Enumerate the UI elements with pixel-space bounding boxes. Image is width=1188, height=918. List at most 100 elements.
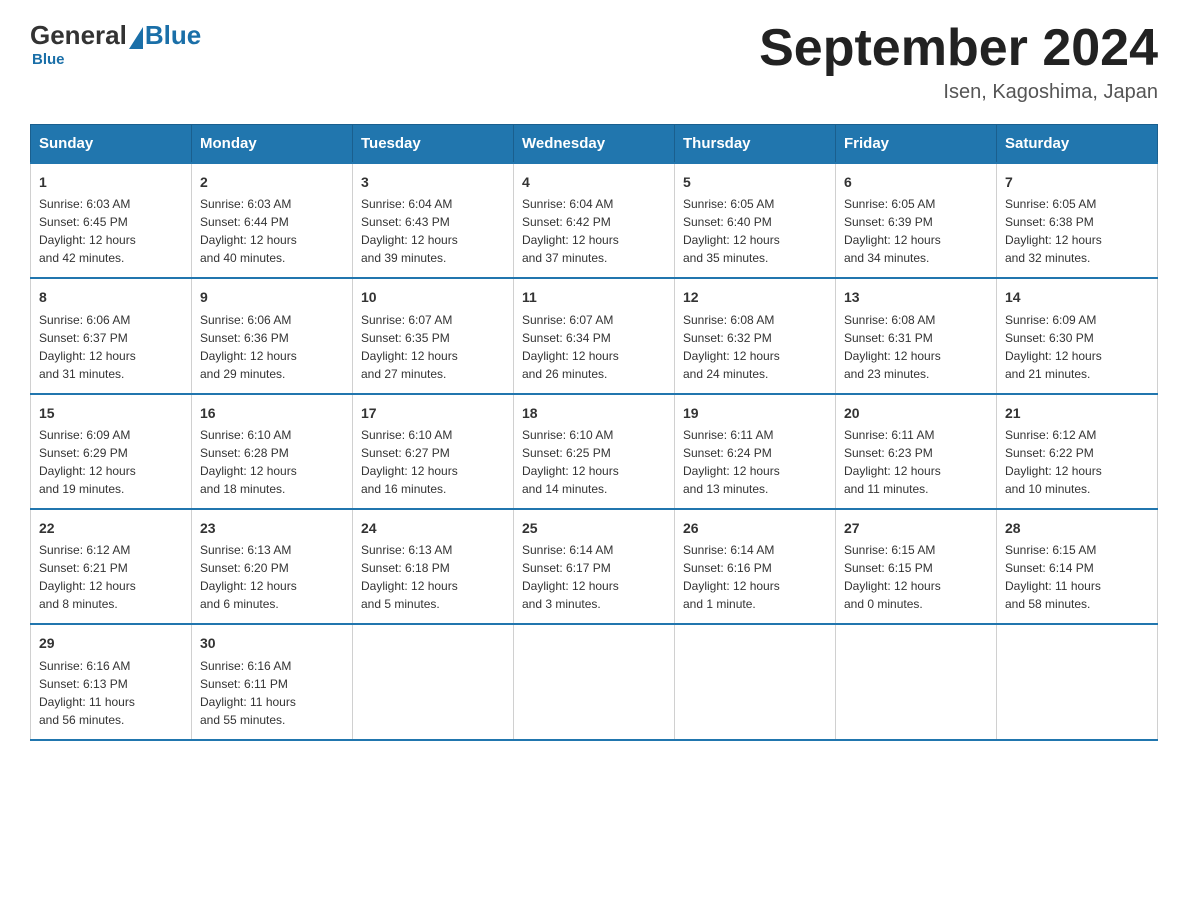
col-header-tuesday: Tuesday — [353, 125, 514, 164]
col-header-wednesday: Wednesday — [514, 125, 675, 164]
day-number: 22 — [39, 518, 183, 538]
location: Isen, Kagoshima, Japan — [759, 81, 1158, 104]
col-header-saturday: Saturday — [997, 125, 1158, 164]
day-info: Sunrise: 6:15 AMSunset: 6:14 PMDaylight:… — [1005, 541, 1149, 613]
day-number: 8 — [39, 287, 183, 307]
calendar-cell: 9 Sunrise: 6:06 AMSunset: 6:36 PMDayligh… — [192, 278, 353, 393]
calendar-cell: 8 Sunrise: 6:06 AMSunset: 6:37 PMDayligh… — [31, 278, 192, 393]
day-number: 10 — [361, 287, 505, 307]
calendar-cell — [675, 624, 836, 739]
day-info: Sunrise: 6:13 AMSunset: 6:20 PMDaylight:… — [200, 541, 344, 613]
title-area: September 2024 Isen, Kagoshima, Japan — [759, 20, 1158, 104]
calendar-cell: 22 Sunrise: 6:12 AMSunset: 6:21 PMDaylig… — [31, 509, 192, 624]
logo-triangle-icon — [129, 27, 143, 49]
calendar-cell — [836, 624, 997, 739]
day-number: 4 — [522, 172, 666, 192]
day-number: 9 — [200, 287, 344, 307]
day-info: Sunrise: 6:03 AMSunset: 6:44 PMDaylight:… — [200, 195, 344, 267]
day-number: 21 — [1005, 403, 1149, 423]
calendar-cell: 13 Sunrise: 6:08 AMSunset: 6:31 PMDaylig… — [836, 278, 997, 393]
week-row-2: 8 Sunrise: 6:06 AMSunset: 6:37 PMDayligh… — [31, 278, 1158, 393]
calendar-cell: 26 Sunrise: 6:14 AMSunset: 6:16 PMDaylig… — [675, 509, 836, 624]
calendar-cell: 11 Sunrise: 6:07 AMSunset: 6:34 PMDaylig… — [514, 278, 675, 393]
day-number: 25 — [522, 518, 666, 538]
day-info: Sunrise: 6:12 AMSunset: 6:22 PMDaylight:… — [1005, 426, 1149, 498]
day-number: 12 — [683, 287, 827, 307]
calendar-cell — [997, 624, 1158, 739]
day-number: 13 — [844, 287, 988, 307]
month-title: September 2024 — [759, 20, 1158, 77]
calendar-cell: 17 Sunrise: 6:10 AMSunset: 6:27 PMDaylig… — [353, 394, 514, 509]
day-number: 17 — [361, 403, 505, 423]
day-number: 28 — [1005, 518, 1149, 538]
day-info: Sunrise: 6:06 AMSunset: 6:37 PMDaylight:… — [39, 311, 183, 383]
calendar-cell: 28 Sunrise: 6:15 AMSunset: 6:14 PMDaylig… — [997, 509, 1158, 624]
day-number: 19 — [683, 403, 827, 423]
calendar-cell: 15 Sunrise: 6:09 AMSunset: 6:29 PMDaylig… — [31, 394, 192, 509]
day-number: 3 — [361, 172, 505, 192]
calendar-cell: 29 Sunrise: 6:16 AMSunset: 6:13 PMDaylig… — [31, 624, 192, 739]
day-info: Sunrise: 6:06 AMSunset: 6:36 PMDaylight:… — [200, 311, 344, 383]
week-row-3: 15 Sunrise: 6:09 AMSunset: 6:29 PMDaylig… — [31, 394, 1158, 509]
day-number: 5 — [683, 172, 827, 192]
day-number: 24 — [361, 518, 505, 538]
calendar-cell: 3 Sunrise: 6:04 AMSunset: 6:43 PMDayligh… — [353, 163, 514, 278]
calendar-cell: 25 Sunrise: 6:14 AMSunset: 6:17 PMDaylig… — [514, 509, 675, 624]
day-info: Sunrise: 6:09 AMSunset: 6:29 PMDaylight:… — [39, 426, 183, 498]
calendar-cell: 14 Sunrise: 6:09 AMSunset: 6:30 PMDaylig… — [997, 278, 1158, 393]
day-info: Sunrise: 6:04 AMSunset: 6:42 PMDaylight:… — [522, 195, 666, 267]
day-number: 20 — [844, 403, 988, 423]
calendar-table: SundayMondayTuesdayWednesdayThursdayFrid… — [30, 124, 1158, 740]
day-info: Sunrise: 6:09 AMSunset: 6:30 PMDaylight:… — [1005, 311, 1149, 383]
day-info: Sunrise: 6:08 AMSunset: 6:32 PMDaylight:… — [683, 311, 827, 383]
page-header: General Blue Blue September 2024 Isen, K… — [30, 20, 1158, 104]
day-number: 16 — [200, 403, 344, 423]
day-number: 26 — [683, 518, 827, 538]
day-info: Sunrise: 6:14 AMSunset: 6:16 PMDaylight:… — [683, 541, 827, 613]
week-row-4: 22 Sunrise: 6:12 AMSunset: 6:21 PMDaylig… — [31, 509, 1158, 624]
logo-general-text: General — [30, 20, 127, 51]
day-number: 11 — [522, 287, 666, 307]
calendar-cell: 6 Sunrise: 6:05 AMSunset: 6:39 PMDayligh… — [836, 163, 997, 278]
calendar-cell: 16 Sunrise: 6:10 AMSunset: 6:28 PMDaylig… — [192, 394, 353, 509]
day-info: Sunrise: 6:10 AMSunset: 6:27 PMDaylight:… — [361, 426, 505, 498]
calendar-cell: 27 Sunrise: 6:15 AMSunset: 6:15 PMDaylig… — [836, 509, 997, 624]
day-info: Sunrise: 6:13 AMSunset: 6:18 PMDaylight:… — [361, 541, 505, 613]
day-number: 6 — [844, 172, 988, 192]
day-number: 30 — [200, 633, 344, 653]
calendar-cell: 5 Sunrise: 6:05 AMSunset: 6:40 PMDayligh… — [675, 163, 836, 278]
day-info: Sunrise: 6:08 AMSunset: 6:31 PMDaylight:… — [844, 311, 988, 383]
day-info: Sunrise: 6:12 AMSunset: 6:21 PMDaylight:… — [39, 541, 183, 613]
day-number: 2 — [200, 172, 344, 192]
day-info: Sunrise: 6:10 AMSunset: 6:25 PMDaylight:… — [522, 426, 666, 498]
calendar-cell — [514, 624, 675, 739]
day-info: Sunrise: 6:10 AMSunset: 6:28 PMDaylight:… — [200, 426, 344, 498]
calendar-cell: 10 Sunrise: 6:07 AMSunset: 6:35 PMDaylig… — [353, 278, 514, 393]
day-number: 15 — [39, 403, 183, 423]
logo: General Blue Blue — [30, 20, 201, 68]
calendar-cell: 19 Sunrise: 6:11 AMSunset: 6:24 PMDaylig… — [675, 394, 836, 509]
logo-blue-text: Blue — [145, 20, 201, 51]
day-info: Sunrise: 6:07 AMSunset: 6:35 PMDaylight:… — [361, 311, 505, 383]
calendar-cell: 12 Sunrise: 6:08 AMSunset: 6:32 PMDaylig… — [675, 278, 836, 393]
day-info: Sunrise: 6:04 AMSunset: 6:43 PMDaylight:… — [361, 195, 505, 267]
day-info: Sunrise: 6:14 AMSunset: 6:17 PMDaylight:… — [522, 541, 666, 613]
calendar-cell: 7 Sunrise: 6:05 AMSunset: 6:38 PMDayligh… — [997, 163, 1158, 278]
day-number: 7 — [1005, 172, 1149, 192]
day-number: 18 — [522, 403, 666, 423]
day-info: Sunrise: 6:05 AMSunset: 6:40 PMDaylight:… — [683, 195, 827, 267]
day-info: Sunrise: 6:07 AMSunset: 6:34 PMDaylight:… — [522, 311, 666, 383]
day-info: Sunrise: 6:03 AMSunset: 6:45 PMDaylight:… — [39, 195, 183, 267]
calendar-cell — [353, 624, 514, 739]
logo-subtitle: Blue — [32, 51, 201, 68]
day-info: Sunrise: 6:11 AMSunset: 6:24 PMDaylight:… — [683, 426, 827, 498]
day-info: Sunrise: 6:15 AMSunset: 6:15 PMDaylight:… — [844, 541, 988, 613]
calendar-cell: 1 Sunrise: 6:03 AMSunset: 6:45 PMDayligh… — [31, 163, 192, 278]
calendar-cell: 2 Sunrise: 6:03 AMSunset: 6:44 PMDayligh… — [192, 163, 353, 278]
calendar-cell: 18 Sunrise: 6:10 AMSunset: 6:25 PMDaylig… — [514, 394, 675, 509]
calendar-cell: 23 Sunrise: 6:13 AMSunset: 6:20 PMDaylig… — [192, 509, 353, 624]
calendar-cell: 4 Sunrise: 6:04 AMSunset: 6:42 PMDayligh… — [514, 163, 675, 278]
col-header-sunday: Sunday — [31, 125, 192, 164]
col-header-monday: Monday — [192, 125, 353, 164]
day-number: 23 — [200, 518, 344, 538]
